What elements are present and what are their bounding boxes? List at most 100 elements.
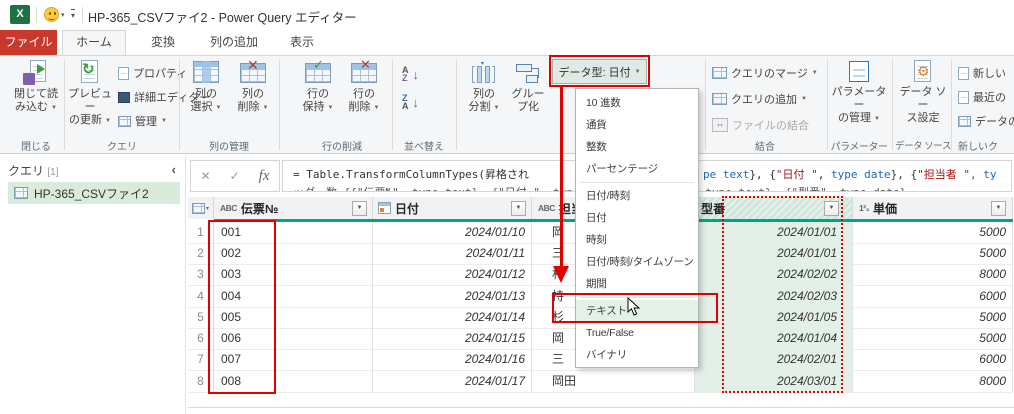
row-number[interactable]: 3	[188, 264, 214, 286]
quick-access-toolbar-icon[interactable]: ▾	[71, 9, 75, 20]
properties-button[interactable]: プロパティ	[118, 62, 187, 84]
row-number[interactable]: 8	[188, 371, 214, 393]
cell-tanka[interactable]: 5000	[853, 243, 1013, 265]
green-check-icon: ✓	[313, 58, 324, 71]
cell-hiduke[interactable]: 2024/01/15	[373, 328, 532, 350]
cell-tanka[interactable]: 8000	[853, 371, 1013, 393]
pane-divider[interactable]	[185, 155, 186, 414]
choose-columns-button[interactable]: 列の 選択 ▼	[184, 58, 228, 115]
cell-hiduke[interactable]: 2024/01/11	[373, 243, 532, 265]
keep-rows-button[interactable]: ✓ 行の 保持 ▼	[296, 58, 340, 115]
cell-kataban[interactable]: 2024/02/03	[695, 286, 853, 308]
table-corner-menu[interactable]: ▾	[188, 197, 214, 219]
cell-denpyo[interactable]: 007	[214, 349, 373, 371]
row-number[interactable]: 5	[188, 307, 214, 329]
remove-columns-button[interactable]: ✕ 列の 削除 ▼	[231, 58, 275, 115]
row-number[interactable]: 6	[188, 328, 214, 350]
close-and-load-button[interactable]: 閉じて読 み込む ▼	[8, 58, 64, 115]
cell-kataban[interactable]: 2024/03/01	[695, 371, 853, 393]
filter-button[interactable]: ▼	[352, 201, 367, 216]
refresh-preview-button[interactable]: ↻ プレビュー の更新 ▼	[66, 58, 114, 128]
menu-item-datetime[interactable]: 日付/時刻	[576, 185, 698, 207]
formula-cancel-icon[interactable]: ✕	[201, 169, 211, 183]
manage-button[interactable]: 管理 ▼	[118, 110, 167, 132]
new-source-button[interactable]: 新しい	[958, 62, 1006, 84]
fx-icon[interactable]: fx	[259, 168, 270, 185]
cell-denpyo[interactable]: 006	[214, 328, 373, 350]
manage-parameters-button[interactable]: パラメーター の管理 ▼	[830, 58, 888, 126]
row-number[interactable]: 4	[188, 286, 214, 308]
dropdown-caret-icon: ▼	[374, 105, 380, 111]
cell-kataban[interactable]: 2024/02/01	[695, 349, 853, 371]
cell-hiduke[interactable]: 2024/01/12	[373, 264, 532, 286]
menu-item-datetimezone[interactable]: 日付/時刻/タイムゾーン	[576, 251, 698, 273]
data-source-settings-label: データ ソー	[899, 86, 946, 111]
append-queries-button[interactable]: クエリの追加 ▼	[712, 88, 807, 110]
cell-kataban[interactable]: 2024/01/01	[695, 222, 853, 244]
cell-tanka[interactable]: 6000	[853, 286, 1013, 308]
enter-data-button[interactable]: データの	[958, 110, 1014, 132]
cell-hiduke[interactable]: 2024/01/13	[373, 286, 532, 308]
menu-item-binary[interactable]: バイナリ	[576, 344, 698, 366]
cell-denpyo[interactable]: 004	[214, 286, 373, 308]
smiley-caret-icon[interactable]: ▾	[61, 11, 65, 19]
menu-item-currency[interactable]: 通貨	[576, 114, 698, 136]
sort-descending-button[interactable]: ZA ↓	[402, 91, 419, 113]
cell-hiduke[interactable]: 2024/01/16	[373, 349, 532, 371]
tab-home[interactable]: ホーム	[62, 30, 126, 55]
split-column-button[interactable]: ▾ 列の 分割 ▼	[462, 58, 506, 115]
cell-hiduke[interactable]: 2024/01/17	[373, 371, 532, 393]
cell-hiduke[interactable]: 2024/01/10	[373, 222, 532, 244]
menu-item-truefalse[interactable]: True/False	[576, 322, 698, 344]
row-number[interactable]: 1	[188, 222, 214, 244]
menu-item-decimal[interactable]: 10 進数	[576, 92, 698, 114]
menu-item-percentage[interactable]: パーセンテージ	[576, 158, 698, 180]
feedback-smiley-icon[interactable]	[44, 7, 59, 22]
tab-file[interactable]: ファイル	[0, 30, 57, 55]
cell-denpyo[interactable]: 002	[214, 243, 373, 265]
cell-denpyo[interactable]: 005	[214, 307, 373, 329]
menu-item-duration[interactable]: 期間	[576, 273, 698, 295]
cell-kataban[interactable]: 2024/01/01	[695, 243, 853, 265]
column-header-kataban[interactable]: 型番 ▼	[695, 197, 853, 219]
tab-add-column[interactable]: 列の追加	[201, 30, 267, 55]
merge-queries-button[interactable]: クエリのマージ ▼	[712, 62, 818, 84]
query-list-item[interactable]: HP-365_CSVファイ2	[8, 182, 180, 204]
filter-button[interactable]: ▼	[511, 201, 526, 216]
group-by-button[interactable]: グルー プ化	[507, 58, 549, 114]
tab-transform[interactable]: 変換	[137, 30, 189, 55]
data-source-settings-button[interactable]: ⚙ データ ソー ス設定	[895, 58, 951, 125]
remove-columns-label: 列の	[242, 88, 264, 100]
filter-button[interactable]: ▼	[824, 201, 839, 216]
row-number[interactable]: 2	[188, 243, 214, 265]
formula-accept-icon[interactable]: ✓	[230, 169, 240, 183]
cell-tanka[interactable]: 6000	[853, 349, 1013, 371]
cell-kataban[interactable]: 2024/01/04	[695, 328, 853, 350]
cell-denpyo[interactable]: 003	[214, 264, 373, 286]
cell-tantou[interactable]: 岡田	[532, 371, 695, 393]
cell-tanka[interactable]: 8000	[853, 264, 1013, 286]
sort-ascending-button[interactable]: AZ ↓	[402, 63, 419, 85]
cell-hiduke[interactable]: 2024/01/14	[373, 307, 532, 329]
menu-item-time[interactable]: 時刻	[576, 229, 698, 251]
collapse-pane-icon[interactable]: ‹	[172, 162, 176, 177]
column-header-denpyo[interactable]: ABC 伝票№ ▼	[214, 197, 373, 219]
filter-button[interactable]: ▼	[991, 201, 1006, 216]
recent-sources-button[interactable]: 最近の	[958, 86, 1006, 108]
cell-kataban[interactable]: 2024/01/05	[695, 307, 853, 329]
cell-denpyo[interactable]: 001	[214, 222, 373, 244]
menu-item-date[interactable]: 日付	[576, 207, 698, 229]
column-header-tanka[interactable]: 1²₃ 単価 ▼	[853, 197, 1013, 219]
cell-denpyo[interactable]: 008	[214, 371, 373, 393]
menu-item-whole-number[interactable]: 整数	[576, 136, 698, 158]
cell-tanka[interactable]: 5000	[853, 328, 1013, 350]
column-header-hiduke[interactable]: 日付 ▼	[373, 197, 532, 219]
cell-tanka[interactable]: 5000	[853, 307, 1013, 329]
row-number[interactable]: 7	[188, 349, 214, 371]
cell-tanka[interactable]: 5000	[853, 222, 1013, 244]
dropdown-caret-icon: ▼	[801, 96, 807, 102]
cell-kataban[interactable]: 2024/02/02	[695, 264, 853, 286]
tab-view[interactable]: 表示	[280, 30, 324, 55]
data-type-button[interactable]: データ型: 日付 ▼	[552, 59, 647, 84]
remove-rows-button[interactable]: ✕ 行の 削除 ▼	[342, 58, 386, 115]
